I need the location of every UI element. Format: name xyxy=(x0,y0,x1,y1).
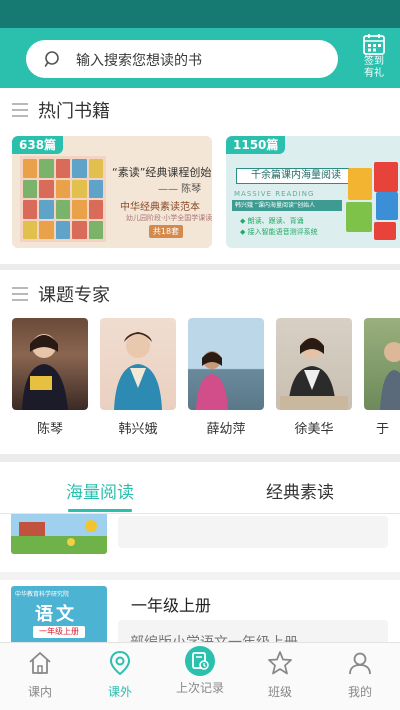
book-count-badge: 638篇 xyxy=(12,136,64,154)
expert-card[interactable]: 韩兴娥 xyxy=(100,318,176,437)
book-cover-grid xyxy=(20,156,106,242)
expert-card[interactable]: 陈琴 xyxy=(12,318,88,437)
tab-classic-reading[interactable]: 经典素读 xyxy=(266,478,334,503)
search-icon xyxy=(44,51,59,67)
status-bar xyxy=(0,0,400,28)
home-icon xyxy=(29,652,51,674)
section-divider xyxy=(0,454,400,462)
book-stack-illustration xyxy=(346,162,400,242)
nav-item-last-record[interactable]: 上次记录 xyxy=(160,643,240,710)
signin-label-1: 签到 xyxy=(364,56,384,67)
expert-photo xyxy=(100,318,176,410)
tab-active-indicator xyxy=(68,509,132,512)
signin-label-2: 有礼 xyxy=(364,68,384,79)
list-item-description xyxy=(118,516,388,548)
expert-name: 陈琴 xyxy=(36,422,63,437)
hot-books-title: 热门书籍 xyxy=(38,101,110,122)
location-pin-icon xyxy=(109,650,131,676)
nav-label: 上次记录 xyxy=(175,681,224,695)
expert-photo xyxy=(364,318,400,410)
book-tagline: MASSIVE READING xyxy=(234,190,315,198)
nav-item-class[interactable]: 班级 xyxy=(240,643,320,710)
calendar-icon xyxy=(363,34,385,55)
book-headline: “素读”经典课程创始人 xyxy=(112,166,212,179)
expert-name: 韩兴娥 xyxy=(118,422,158,437)
signin-reward-button[interactable]: 签到 有礼 xyxy=(356,32,392,84)
history-record-icon xyxy=(185,646,215,676)
expert-photo xyxy=(12,318,88,410)
nav-label: 我的 xyxy=(347,685,372,699)
nav-item-in-class[interactable]: 课内 xyxy=(0,643,80,710)
menu-lines-icon xyxy=(12,287,28,301)
list-item-thumbnail[interactable]: 中华教育科学研究院 语文 一年级上册 xyxy=(11,586,107,646)
expert-card[interactable]: 薛幼萍 xyxy=(188,318,264,437)
book-bullet: ◆ 接入智能语音测评系统 xyxy=(240,228,318,236)
expert-name: 徐美华 xyxy=(294,422,334,437)
list-item-title[interactable]: 一年级上册 xyxy=(131,592,211,616)
hot-books-header: 热门书籍 xyxy=(12,98,110,122)
search-input[interactable]: 输入搜索您想读的书 xyxy=(26,40,338,78)
nav-label: 课内 xyxy=(27,685,52,699)
book-bullet: ◆ 朗读、跟读、背诵 xyxy=(240,217,304,225)
bottom-navigation: 课内 课外 上次记录 班级 我的 xyxy=(0,642,400,710)
book-set-count: 共18套 xyxy=(149,225,183,238)
expert-name: 薛幼萍 xyxy=(206,422,246,437)
book-headline: 千余篇课内海量阅读 xyxy=(236,168,356,184)
experts-header: 课题专家 xyxy=(12,282,110,306)
nav-item-mine[interactable]: 我的 xyxy=(320,643,400,710)
list-separator xyxy=(0,572,400,580)
nav-label: 班级 xyxy=(267,685,292,699)
thumbnail-grade: 一年级上册 xyxy=(33,626,85,638)
expert-card[interactable]: 徐美华 xyxy=(276,318,352,437)
expert-card[interactable]: 于 xyxy=(364,318,400,437)
book-card-massive-reading[interactable]: 1150篇 千余篇课内海量阅读 MASSIVE READING 韩兴娥 “课内海… xyxy=(226,136,400,248)
expert-name: 于 xyxy=(376,422,390,437)
expert-photo xyxy=(188,318,264,410)
search-placeholder: 输入搜索您想读的书 xyxy=(76,53,202,69)
star-icon xyxy=(268,651,292,675)
expert-photo xyxy=(276,318,352,410)
book-subtitle: 中华经典素读范本 xyxy=(120,202,200,213)
reading-tabs: 海量阅读 经典素读 xyxy=(0,466,400,514)
tab-massive-reading[interactable]: 海量阅读 xyxy=(66,478,134,503)
menu-lines-icon xyxy=(12,103,28,117)
thumbnail-publisher: 中华教育科学研究院 xyxy=(15,591,70,598)
book-count-badge: 1150篇 xyxy=(226,136,286,154)
user-icon xyxy=(349,652,371,675)
book-author: —— 陈琴 xyxy=(158,184,202,195)
book-small-text: 幼儿园阶段·小学全国学课读本 xyxy=(126,214,212,222)
list-item-thumbnail xyxy=(11,514,107,554)
experts-title: 课题专家 xyxy=(38,285,110,306)
nav-item-extracurricular[interactable]: 课外 xyxy=(80,643,160,710)
thumbnail-title: 语文 xyxy=(35,604,77,625)
book-founder-strip: 韩兴娥 “课内海量阅读”创始人 xyxy=(232,200,342,211)
experts-list: 陈琴 韩兴娥 薛幼萍 徐美华 于 xyxy=(12,318,400,438)
nav-label: 课外 xyxy=(107,685,132,699)
book-card-suxu[interactable]: 638篇 “素读”经典课程创始人 —— 陈琴 中华经典素读范本 幼儿园阶段·小学… xyxy=(12,136,212,248)
section-divider xyxy=(0,264,400,270)
